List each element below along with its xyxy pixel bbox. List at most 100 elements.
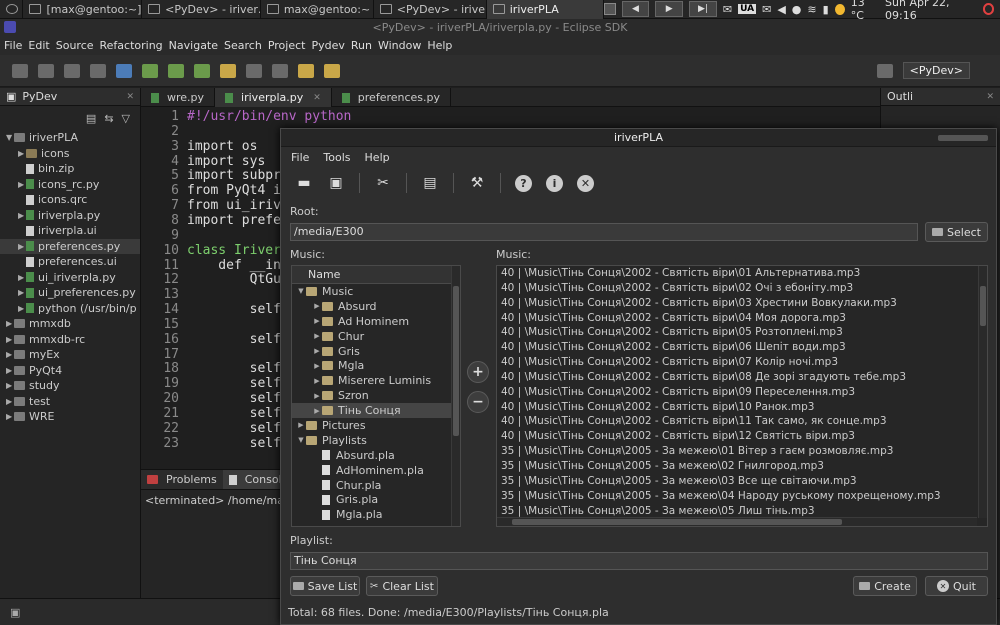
list-icon[interactable]: ▤ [421, 174, 439, 192]
explorer-item[interactable]: preferences.ui [0, 254, 140, 270]
expand-arrow-icon[interactable]: ▶ [312, 317, 322, 325]
explorer-item[interactable]: iriverpla.ui [0, 223, 140, 239]
expand-arrow-icon[interactable]: ▼ [6, 133, 14, 142]
list-scrollbar[interactable] [978, 266, 987, 518]
run-icon[interactable] [168, 63, 184, 78]
music-file-row[interactable]: 35 | \Music\Тінь Сонця\2005 - За межею\0… [497, 489, 987, 504]
explorer-item[interactable]: ▶ test [0, 394, 140, 410]
expand-arrow-icon[interactable]: ▶ [312, 332, 322, 340]
menu-help[interactable]: Help [365, 151, 390, 164]
menu-help[interactable]: Help [427, 39, 452, 52]
explorer-item[interactable]: icons.qrc [0, 192, 140, 208]
quit-icon[interactable]: ✕ [577, 174, 594, 192]
code-line[interactable]: self [187, 332, 281, 347]
back-icon[interactable] [298, 63, 314, 78]
mail-icon[interactable]: ✉ [723, 3, 732, 16]
expand-arrow-icon[interactable]: ▶ [6, 350, 14, 359]
playlist-file-item[interactable]: Chur.pla [292, 478, 460, 493]
explorer-item[interactable]: ▶ iriverpla.py [0, 208, 140, 224]
expand-arrow-icon[interactable]: ▶ [312, 377, 322, 385]
folder-item[interactable]: ▼ Music [292, 284, 460, 299]
folder-item[interactable]: ▶ Gris [292, 344, 460, 359]
expand-arrow-icon[interactable]: ▼ [296, 287, 306, 295]
explorer-item[interactable]: ▶ mmxdb [0, 316, 140, 332]
pen-icon[interactable] [220, 63, 236, 78]
pager-icon[interactable] [603, 3, 616, 15]
list-hscrollbar[interactable] [497, 517, 977, 526]
explorer-tab[interactable]: ▣ PyDev ✕ [0, 88, 140, 106]
explorer-item[interactable]: ▶ icons [0, 146, 140, 162]
folder-item[interactable]: ▶ Pictures [292, 418, 460, 433]
folder-item[interactable]: ▶ Absurd [292, 299, 460, 314]
music-file-row[interactable]: 35 | \Music\Тінь Сонця\2005 - За межею\0… [497, 459, 987, 474]
explorer-item[interactable]: ▶ mmxdb-rc [0, 332, 140, 348]
explorer-item[interactable]: ▶ ui_preferences.py [0, 285, 140, 301]
code-line[interactable]: self [187, 421, 281, 436]
task-eclipse-2[interactable]: <PyDev> - iriverPLA… [374, 0, 487, 19]
expand-arrow-icon[interactable]: ▶ [6, 335, 14, 344]
explorer-item[interactable]: ▶ icons_rc.py [0, 177, 140, 193]
menu-search[interactable]: Search [224, 39, 262, 52]
menu-run[interactable]: Run [351, 39, 372, 52]
close-icon[interactable]: ✕ [313, 93, 321, 103]
tree-header-name[interactable]: Name [292, 266, 460, 284]
music-file-row[interactable]: 40 | \Music\Тінь Сонця\2002 - Святість в… [497, 400, 987, 415]
folder-item[interactable]: ▶ Тінь Сонця [292, 403, 460, 419]
remove-from-playlist-button[interactable]: − [467, 391, 489, 413]
chat-icon[interactable]: ● [792, 3, 802, 16]
code-line[interactable]: import subpr [187, 168, 281, 183]
task-terminal-1[interactable]: [max@gentoo:~] [23, 0, 143, 19]
mail-icon[interactable]: ✉ [762, 3, 771, 16]
root-path-field[interactable]: /media/E300 [290, 223, 918, 241]
code-line[interactable]: import sys [187, 154, 265, 169]
expand-arrow-icon[interactable]: ▶ [312, 362, 322, 370]
code-line[interactable]: import os [187, 139, 257, 154]
expand-arrow-icon[interactable]: ▶ [18, 242, 26, 251]
music-file-row[interactable]: 40 | \Music\Тінь Сонця\2002 - Святість в… [497, 414, 987, 429]
new-project-icon[interactable] [116, 63, 132, 78]
expand-arrow-icon[interactable]: ▶ [18, 304, 26, 313]
music-file-row[interactable]: 40 | \Music\Тінь Сонця\2002 - Святість в… [497, 429, 987, 444]
battery-icon[interactable]: ▮ [823, 3, 829, 16]
open-perspective-icon[interactable] [876, 63, 893, 78]
menu-source[interactable]: Source [56, 39, 94, 52]
keyboard-layout[interactable]: UA [738, 4, 757, 14]
expand-arrow-icon[interactable]: ▶ [18, 180, 26, 189]
music-file-row[interactable]: 40 | \Music\Тінь Сонця\2002 - Святість в… [497, 281, 987, 296]
code-line[interactable]: import prefe [187, 213, 281, 228]
close-icon[interactable]: ✕ [126, 92, 134, 102]
media-next-icon[interactable]: ▶| [689, 1, 717, 17]
fast-view-icon[interactable]: ▣ [10, 606, 20, 619]
music-file-row[interactable]: 40 | \Music\Тінь Сонця\2002 - Святість в… [497, 385, 987, 400]
code-line[interactable]: def __in [187, 258, 281, 273]
close-icon[interactable]: ✕ [986, 92, 994, 102]
expand-arrow-icon[interactable]: ▶ [312, 347, 322, 355]
gentoo-menu-icon[interactable] [0, 0, 24, 19]
expand-arrow-icon[interactable]: ▶ [312, 392, 322, 400]
playlist-file-item[interactable]: Gris.pla [292, 492, 460, 507]
explorer-item[interactable]: ▶ python (/usr/bin/p [0, 301, 140, 317]
new-icon[interactable] [12, 63, 28, 78]
menu-project[interactable]: Project [268, 39, 306, 52]
expand-arrow-icon[interactable]: ▼ [296, 436, 306, 444]
expand-arrow-icon[interactable]: ▶ [296, 421, 306, 429]
code-line[interactable]: from ui_iriv [187, 198, 281, 213]
music-file-row[interactable]: 40 | \Music\Тінь Сонця\2002 - Святість в… [497, 370, 987, 385]
explorer-item[interactable]: ▶ myEx [0, 347, 140, 363]
view-menu-icon[interactable]: ▽ [122, 112, 130, 125]
tab-problems[interactable]: Problems [141, 470, 223, 489]
code-line[interactable]: self [187, 391, 281, 406]
code-line[interactable]: self [187, 376, 281, 391]
volume-icon[interactable]: ◀ [777, 3, 785, 16]
clear-icon[interactable]: ✂ [374, 174, 392, 192]
music-file-row[interactable]: 35 | \Music\Тінь Сонця\2005 - За межею\0… [497, 474, 987, 489]
menu-navigate[interactable]: Navigate [169, 39, 218, 52]
menu-edit[interactable]: Edit [28, 39, 49, 52]
expand-arrow-icon[interactable]: ▶ [312, 302, 322, 310]
music-file-row[interactable]: 40 | \Music\Тінь Сонця\2002 - Святість в… [497, 325, 987, 340]
tree-scrollbar[interactable] [451, 266, 460, 526]
quit-button[interactable]: ✕ Quit [925, 576, 988, 596]
menu-pydev[interactable]: Pydev [311, 39, 344, 52]
explorer-item[interactable]: ▶ ui_iriverpla.py [0, 270, 140, 286]
code-line[interactable]: self [187, 406, 281, 421]
